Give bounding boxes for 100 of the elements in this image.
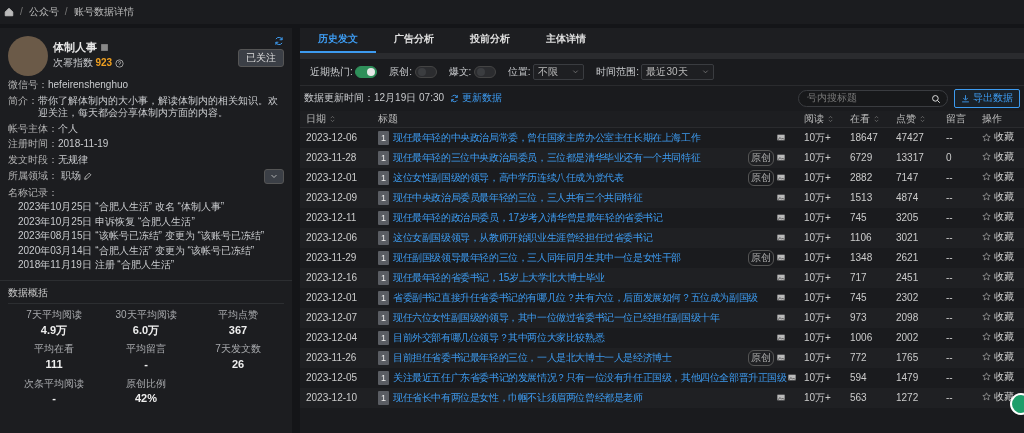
article-title-link[interactable]: 现任六位女性副国级的领导，其中一位做过省委书记一位已经担任副国级十年 xyxy=(393,310,720,325)
watching-cell: 717 xyxy=(850,271,867,283)
date-cell: 2023-12-06 xyxy=(306,231,358,243)
tab[interactable]: 广告分析 xyxy=(376,28,452,53)
column-header[interactable]: 在看 xyxy=(850,112,870,124)
column-header: 操作 xyxy=(982,112,1002,124)
name-record: 2018年11月19日 注册 “合肥人生活” xyxy=(18,259,175,272)
star-icon xyxy=(982,212,991,222)
watching-cell: 18647 xyxy=(850,131,878,143)
field-label: 帐号主体： xyxy=(8,122,58,135)
comments-cell: -- xyxy=(946,331,953,343)
star-icon xyxy=(982,172,991,182)
reads-cell: 10万+ xyxy=(804,231,831,243)
image-icon xyxy=(776,273,786,282)
image-icon xyxy=(776,313,786,322)
rank-tag: 1 xyxy=(378,130,389,145)
likes-cell: 3205 xyxy=(896,211,919,223)
name-record: 2020年03月14日 “合肥人生活” 变更为 “该帐号已冻结” xyxy=(18,244,256,257)
favorite-link[interactable]: 收藏 xyxy=(982,249,1014,264)
article-title-link[interactable]: 目前担任省委书记最年轻的三位，一人是北大博士一人是经济博士 xyxy=(393,350,672,365)
select-dropdown[interactable]: 最近30天 xyxy=(641,63,714,80)
comments-cell: -- xyxy=(946,391,953,403)
watching-cell: 1106 xyxy=(850,231,872,243)
select-dropdown[interactable]: 不限 xyxy=(533,63,585,80)
date-cell: 2023-12-06 xyxy=(306,131,358,143)
article-title-link[interactable]: 现任中央政治局委员最年轻的三位，三人共有三个共同特征 xyxy=(393,190,643,205)
reads-cell: 10万+ xyxy=(804,331,831,343)
tab[interactable]: 历史发文 xyxy=(300,28,376,53)
field-label: 简介： xyxy=(8,94,38,108)
breadcrumb-link[interactable]: 公众号 xyxy=(28,5,59,19)
article-title-link[interactable]: 现任最年轻的三位中央政治局委员，三位都是清华毕业还有一个共同特征 xyxy=(393,150,701,165)
rank-tag: 1 xyxy=(378,230,389,245)
likes-cell: 1479 xyxy=(896,371,919,383)
reads-cell: 10万+ xyxy=(804,351,831,363)
reads-cell: 10万+ xyxy=(804,311,831,323)
article-title-link[interactable]: 这位女副国级领导，从教师开始职业生涯曾经担任过省委书记 xyxy=(393,230,653,245)
toggle-switch[interactable] xyxy=(473,65,496,78)
toggle-switch[interactable] xyxy=(414,65,437,78)
column-header[interactable]: 阅读 xyxy=(804,112,824,124)
image-icon xyxy=(776,253,786,262)
filter-label: 时间范围: xyxy=(596,65,639,78)
home-icon xyxy=(4,7,14,17)
favorite-link[interactable]: 收藏 xyxy=(982,130,1014,144)
article-title-link[interactable]: 现任最年轻的省委书记，15岁上大学北大博士毕业 xyxy=(393,270,605,285)
stat-value: 42% xyxy=(134,392,158,406)
favorite-link[interactable]: 收藏 xyxy=(982,329,1014,344)
stat-label: 平均在看 xyxy=(33,343,75,356)
download-icon xyxy=(961,93,970,103)
image-icon xyxy=(776,193,786,202)
comments-cell: -- xyxy=(946,191,953,203)
export-button[interactable]: 导出数据 xyxy=(954,89,1020,108)
image-icon xyxy=(776,133,786,143)
likes-cell: 47427 xyxy=(896,131,924,143)
article-title-link[interactable]: 目前外交部有哪几位领导？其中两位大家比较熟悉 xyxy=(393,330,605,345)
column-header[interactable]: 点赞 xyxy=(896,112,916,124)
date-cell: 2023-11-29 xyxy=(306,251,357,263)
reads-cell: 10万+ xyxy=(804,191,831,203)
favorite-link[interactable]: 收藏 xyxy=(982,169,1014,184)
watching-cell: 745 xyxy=(850,291,867,303)
refresh-data-link[interactable]: 更新数据 xyxy=(450,92,502,105)
reads-cell: 10万+ xyxy=(804,211,831,223)
chevron-down-icon xyxy=(270,172,278,181)
article-title-link[interactable]: 现任省长中有两位是女性，巾帼不让须眉两位曾经都是老师 xyxy=(393,390,643,405)
filter-label: 近期热门: xyxy=(310,65,353,78)
favorite-link[interactable]: 收藏 xyxy=(982,289,1014,304)
expand-button[interactable] xyxy=(264,169,284,184)
tab[interactable]: 投前分析 xyxy=(452,28,528,53)
reads-cell: 10万+ xyxy=(804,171,831,183)
article-title-link[interactable]: 这位女性副国级的领导，高中学历连续八任成为党代表 xyxy=(393,170,624,185)
article-title-link[interactable]: 现任最年轻的政治局委员，17岁考入清华曾是最年轻的省委书记 xyxy=(393,210,663,225)
update-time: 数据更新时间：12月19日 07:30 xyxy=(304,92,445,105)
watching-cell: 563 xyxy=(850,391,867,403)
date-cell: 2023-12-16 xyxy=(306,271,358,283)
favorite-link[interactable]: 收藏 xyxy=(982,209,1014,224)
article-title-link[interactable]: 省委副书记直接升任省委书记的有哪几位？共有六位，后面发展如何？五位成为副国级 xyxy=(393,290,758,305)
rank-tag: 1 xyxy=(378,150,389,165)
follow-button[interactable]: 已关注 xyxy=(238,48,284,67)
tab[interactable]: 主体详情 xyxy=(528,28,604,53)
article-title-link[interactable]: 关注最近五任广东省委书记的发展情况？只有一位没有升任正国级，其他四位全部晋升正国级 xyxy=(393,370,787,385)
name-record: 2023年08月15日 “该帐号已冻结” 变更为 “该账号已冻结” xyxy=(18,230,266,243)
date-cell: 2023-12-07 xyxy=(306,311,358,323)
column-header[interactable]: 日期 xyxy=(306,112,326,124)
article-title-link[interactable]: 现任最年轻的中央政治局常委，曾任国家主席办公室主任长期在上海工作 xyxy=(393,130,701,145)
refresh-icon xyxy=(274,36,284,46)
search-field[interactable]: 号内搜标题 xyxy=(798,90,948,107)
stat-value: - xyxy=(51,392,57,406)
stat-label: 30天平均阅读 xyxy=(114,309,178,322)
favorite-link[interactable]: 收藏 xyxy=(982,369,1014,384)
breadcrumb-separator: / xyxy=(20,5,23,19)
field-value: 职场 xyxy=(60,170,81,183)
watching-cell: 6729 xyxy=(850,151,873,163)
stat-label: 原创比例 xyxy=(125,377,167,390)
field-label: 发文时段： xyxy=(8,153,58,166)
reads-cell: 10万+ xyxy=(804,131,831,143)
rank-tag: 1 xyxy=(378,270,389,285)
filter-label: 位置: xyxy=(507,65,531,78)
stat-label: 7天发文数 xyxy=(214,343,262,356)
article-title-link[interactable]: 现任副国级领导最年轻的三位，三人同年同月生其中一位是女性干部 xyxy=(393,250,682,265)
toggle-switch[interactable] xyxy=(355,65,378,78)
name-record: 2023年10月25日 申诉恢复 “合肥人生活” xyxy=(18,215,196,228)
